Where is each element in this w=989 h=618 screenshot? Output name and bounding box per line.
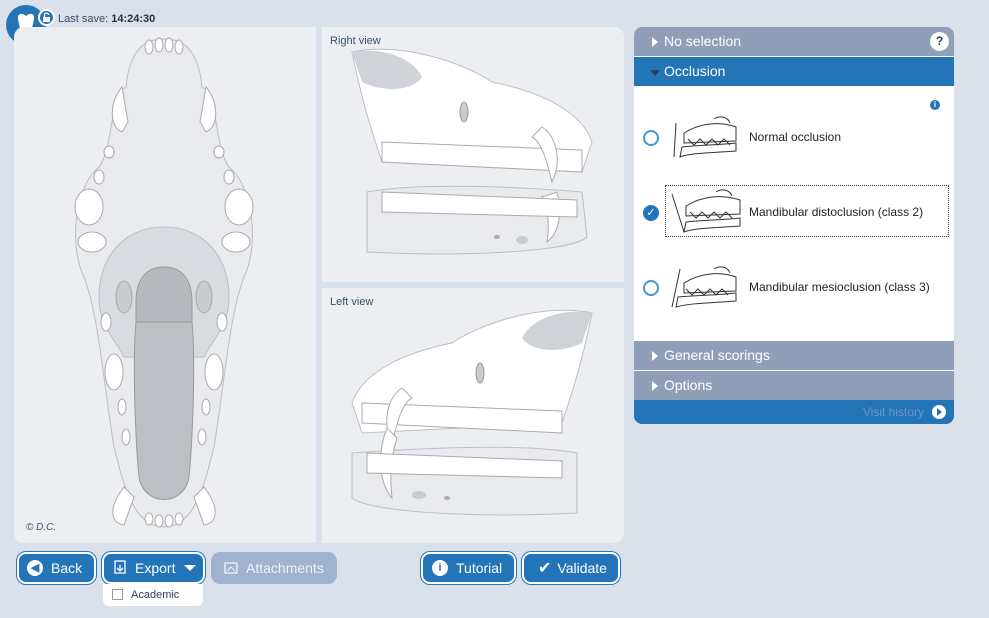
- caret-down-icon: [650, 70, 660, 76]
- mesioclusion-thumbnail: [671, 266, 737, 308]
- lock-icon[interactable]: [38, 9, 55, 26]
- radio-mandibular-distoclusion-checked[interactable]: ✓: [643, 205, 659, 221]
- back-button[interactable]: ◀ Back: [17, 552, 96, 584]
- option-label: Mandibular mesioclusion (class 3): [749, 280, 930, 294]
- options-label: Options: [664, 377, 713, 393]
- panel-divider-horizontal: [322, 282, 624, 288]
- accordion-occlusion[interactable]: Occlusion: [634, 57, 954, 86]
- back-label: Back: [51, 560, 83, 576]
- option-normal-occlusion[interactable]: Normal occlusion: [634, 109, 954, 165]
- last-save-status: Last save: 14:24:30: [58, 13, 155, 25]
- attachments-icon: [223, 559, 239, 578]
- export-label: Export: [135, 560, 176, 576]
- last-save-label: Last save:: [58, 13, 109, 25]
- export-icon: [113, 559, 129, 578]
- checkmark-icon: ✔: [538, 560, 552, 577]
- last-save-time: 14:24:30: [111, 13, 156, 25]
- play-icon[interactable]: [932, 405, 946, 419]
- general-scorings-label: General scorings: [664, 347, 770, 363]
- option-label: Mandibular distoclusion (class 2): [749, 205, 924, 219]
- tutorial-label: Tutorial: [456, 560, 503, 576]
- tutorial-button[interactable]: i Tutorial: [421, 552, 516, 584]
- validate-label: Validate: [557, 560, 607, 576]
- radio-normal-occlusion[interactable]: [643, 130, 659, 146]
- skull-top-view-drawing[interactable]: [14, 27, 316, 543]
- right-view-jaw-drawing[interactable]: [342, 42, 602, 267]
- copyright-text: © D.C.: [26, 522, 57, 533]
- option-mandibular-mesioclusion[interactable]: Mandibular mesioclusion (class 3): [634, 259, 954, 315]
- occlusion-label: Occlusion: [664, 63, 726, 79]
- academic-label: Academic: [131, 589, 180, 601]
- left-view-panel[interactable]: Left view: [322, 288, 624, 543]
- no-selection-label: No selection: [664, 33, 742, 49]
- academic-option[interactable]: Academic: [103, 584, 203, 606]
- caret-right-icon: [652, 37, 658, 47]
- normal-occlusion-thumbnail: [673, 116, 737, 158]
- left-view-jaw-drawing[interactable]: [347, 303, 602, 528]
- visit-history-link[interactable]: Visit history: [863, 405, 924, 419]
- attachments-label: Attachments: [246, 560, 324, 576]
- accordion-no-selection[interactable]: No selection ?: [634, 27, 954, 56]
- info-icon: i: [432, 560, 448, 576]
- skull-top-view-panel[interactable]: [14, 27, 316, 543]
- distoclusion-thumbnail: [671, 189, 741, 233]
- accordion-options[interactable]: Options: [634, 371, 954, 400]
- chevron-down-icon[interactable]: [184, 565, 197, 571]
- right-view-panel[interactable]: Right view: [322, 27, 624, 282]
- option-label: Normal occlusion: [749, 130, 842, 144]
- help-icon[interactable]: ?: [930, 32, 949, 51]
- back-arrow-icon: ◀: [27, 560, 43, 576]
- caret-right-icon: [652, 381, 658, 391]
- caret-right-icon: [652, 351, 658, 361]
- radio-mandibular-mesioclusion[interactable]: [643, 280, 659, 296]
- attachments-button[interactable]: Attachments: [211, 552, 337, 584]
- validate-button[interactable]: ✔ Validate: [522, 552, 620, 584]
- scoring-accordion: No selection ? Occlusion i Normal occlus…: [634, 27, 954, 424]
- export-button[interactable]: Export: [102, 552, 205, 584]
- accordion-general-scorings[interactable]: General scorings: [634, 341, 954, 370]
- option-mandibular-distoclusion[interactable]: ✓ Mandibular distoclusion (class 2): [634, 184, 954, 240]
- academic-checkbox[interactable]: [112, 589, 123, 600]
- accordion-footer: Visit history: [634, 400, 954, 424]
